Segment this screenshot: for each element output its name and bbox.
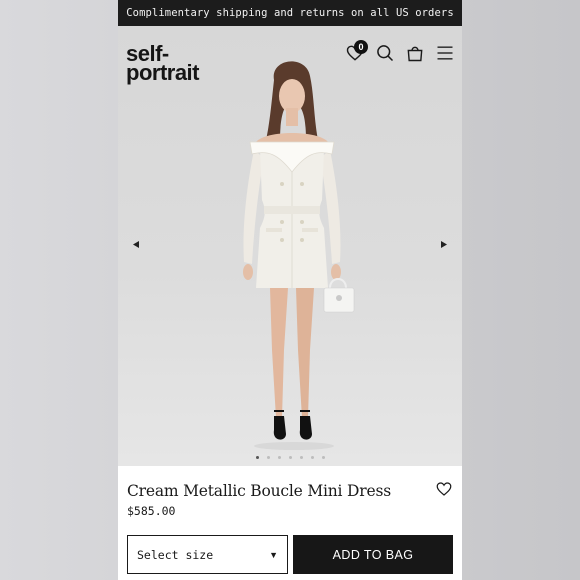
gallery-prev-button[interactable] (128, 236, 144, 252)
gallery-dot[interactable] (299, 456, 303, 459)
header-icons: 0 (344, 40, 456, 66)
brand-logo[interactable]: self- portrait (126, 43, 200, 84)
gallery-dot[interactable] (277, 456, 281, 459)
promo-banner: Complimentary shipping and returns on al… (118, 0, 462, 26)
heart-icon (436, 482, 452, 496)
size-select-label: Select size (137, 547, 214, 562)
gallery-dot[interactable] (266, 456, 270, 459)
product-image-gallery[interactable]: self- portrait 0 (118, 26, 462, 466)
product-title: Cream Metallic Boucle Mini Dress (127, 482, 391, 500)
product-page: Complimentary shipping and returns on al… (118, 0, 462, 580)
bag-button[interactable] (404, 42, 426, 64)
shopping-bag-icon (407, 46, 423, 62)
wishlist-button[interactable]: 0 (344, 40, 368, 64)
gallery-next-button[interactable] (436, 236, 452, 252)
gallery-pagination (118, 456, 462, 459)
product-price: $585.00 (127, 504, 176, 518)
caret-right-icon (441, 240, 447, 248)
size-select[interactable]: Select size ▼ (127, 535, 288, 574)
dropdown-caret-icon: ▼ (269, 549, 278, 560)
gallery-dot[interactable] (255, 456, 259, 459)
gallery-dot[interactable] (288, 456, 292, 459)
wishlist-count-badge: 0 (354, 40, 368, 54)
add-to-wishlist-button[interactable] (435, 480, 453, 498)
menu-icon (437, 46, 453, 60)
promo-text: Complimentary shipping and returns on al… (126, 7, 454, 19)
search-button[interactable] (374, 42, 396, 64)
menu-button[interactable] (434, 42, 456, 64)
product-image (243, 61, 355, 450)
caret-left-icon (133, 240, 139, 248)
add-to-bag-button[interactable]: ADD TO BAG (293, 535, 453, 574)
gallery-dot[interactable] (321, 456, 325, 459)
gallery-dot[interactable] (310, 456, 314, 459)
search-icon (377, 45, 394, 62)
